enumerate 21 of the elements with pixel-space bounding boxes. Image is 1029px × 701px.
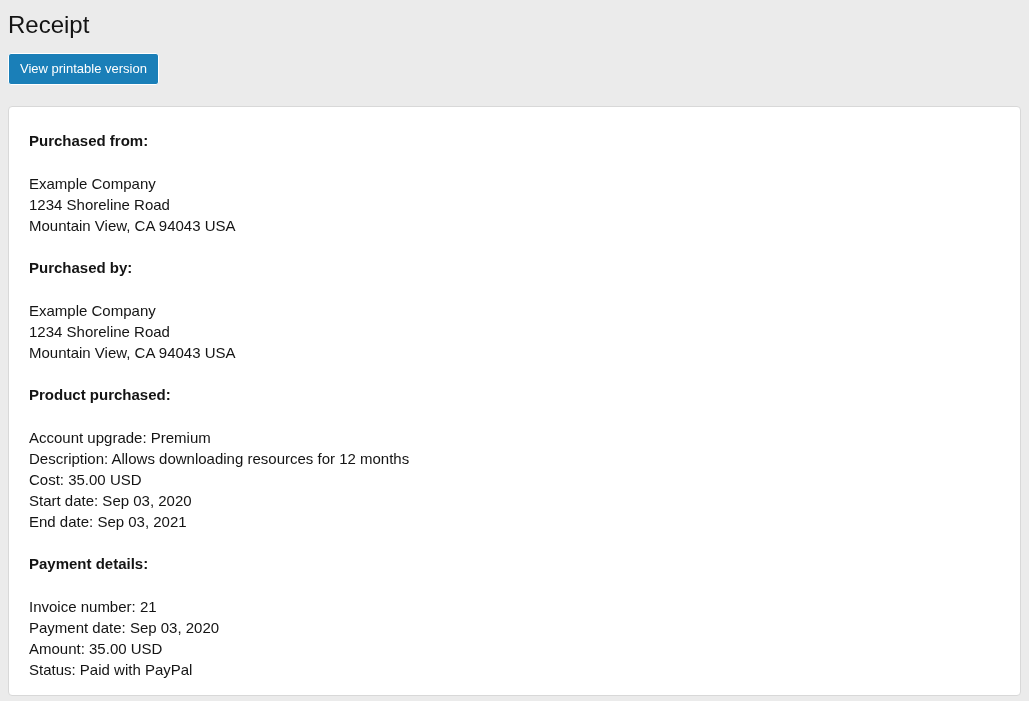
section-heading: Payment details: — [29, 554, 149, 574]
detail-line: Description: Allows downloading resources for 12 months — [29, 449, 410, 469]
detail-line: Example Company — [29, 301, 156, 321]
detail-line: End date: Sep 03, 2021 — [29, 512, 187, 532]
detail-line: Account upgrade: Premium — [29, 428, 211, 448]
detail-line: Mountain View, CA 94043 USA — [29, 216, 236, 236]
detail-line: Mountain View, CA 94043 USA — [29, 343, 236, 363]
detail-line: Start date: Sep 03, 2020 — [29, 491, 192, 511]
detail-line: Example Company — [29, 174, 156, 194]
detail-line: Cost: 35.00 USD — [29, 470, 142, 490]
detail-line: 1234 Shoreline Road — [29, 195, 170, 215]
detail-line: Amount: 35.00 USD — [29, 639, 163, 659]
section-heading: Product purchased: — [29, 385, 171, 405]
section-heading: Purchased from: — [29, 131, 149, 151]
section-heading: Purchased by: — [29, 258, 133, 278]
page-title: Receipt — [8, 10, 90, 40]
detail-line: Invoice number: 21 — [29, 597, 157, 617]
detail-line: Status: Paid with PayPal — [29, 660, 193, 680]
print-button[interactable]: View printable version — [8, 53, 159, 85]
detail-line: 1234 Shoreline Road — [29, 322, 170, 342]
detail-line: Payment date: Sep 03, 2020 — [29, 618, 220, 638]
